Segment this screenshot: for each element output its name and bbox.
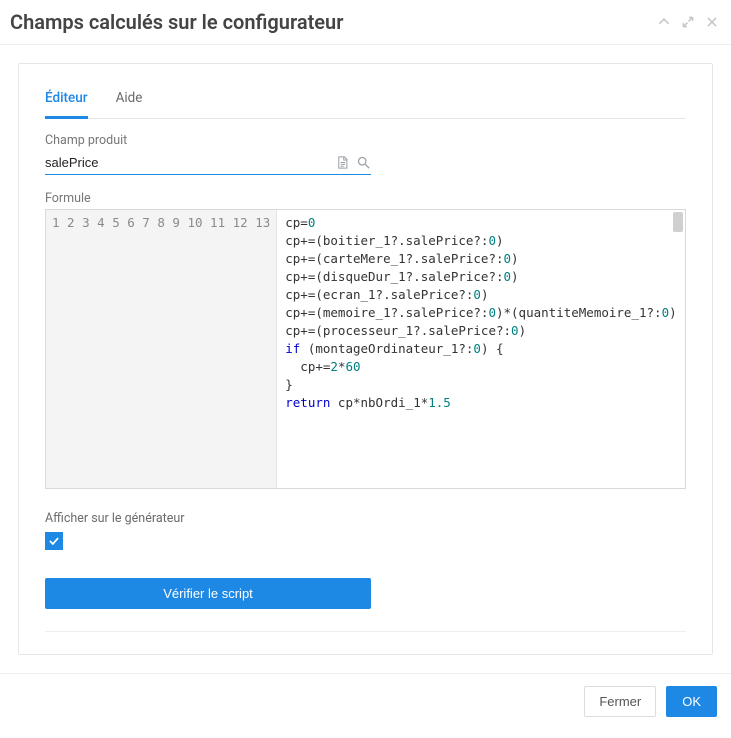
code-editor[interactable]: 1 2 3 4 5 6 7 8 9 10 11 12 13 cp=0 cp+=(… bbox=[45, 209, 686, 489]
code-area[interactable]: cp=0 cp+=(boitier_1?.salePrice?:0) cp+=(… bbox=[277, 210, 685, 488]
search-icon[interactable] bbox=[356, 155, 371, 170]
editor-panel: Éditeur Aide Champ produit Formule 1 2 3… bbox=[18, 63, 713, 655]
show-generator-row: Afficher sur le générateur bbox=[45, 511, 686, 552]
modal-footer: Fermer OK bbox=[0, 673, 731, 729]
tab-help[interactable]: Aide bbox=[116, 82, 143, 118]
divider bbox=[45, 631, 686, 632]
close-icon[interactable] bbox=[705, 15, 719, 29]
expand-icon[interactable] bbox=[681, 15, 695, 29]
modal-header: Champs calculés sur le configurateur bbox=[0, 0, 731, 45]
product-field-input[interactable] bbox=[45, 151, 329, 174]
modal-title: Champs calculés sur le configurateur bbox=[10, 10, 657, 34]
check-icon bbox=[47, 534, 61, 548]
ok-button[interactable]: OK bbox=[666, 686, 717, 717]
line-gutter: 1 2 3 4 5 6 7 8 9 10 11 12 13 bbox=[46, 210, 277, 488]
verify-script-button[interactable]: Vérifier le script bbox=[45, 578, 371, 609]
show-generator-checkbox[interactable] bbox=[45, 532, 63, 550]
tab-editor[interactable]: Éditeur bbox=[45, 82, 88, 119]
doc-icon[interactable] bbox=[335, 155, 350, 170]
product-field-row bbox=[45, 151, 371, 175]
close-button[interactable]: Fermer bbox=[584, 686, 656, 717]
header-controls bbox=[657, 15, 719, 29]
formula-label: Formule bbox=[45, 191, 686, 206]
scrollbar-thumb[interactable] bbox=[673, 212, 683, 232]
show-generator-label: Afficher sur le générateur bbox=[45, 511, 686, 526]
tabs: Éditeur Aide bbox=[45, 82, 686, 119]
panel-wrap: Éditeur Aide Champ produit Formule 1 2 3… bbox=[0, 45, 731, 673]
product-field-label: Champ produit bbox=[45, 133, 686, 148]
collapse-icon[interactable] bbox=[657, 15, 671, 29]
